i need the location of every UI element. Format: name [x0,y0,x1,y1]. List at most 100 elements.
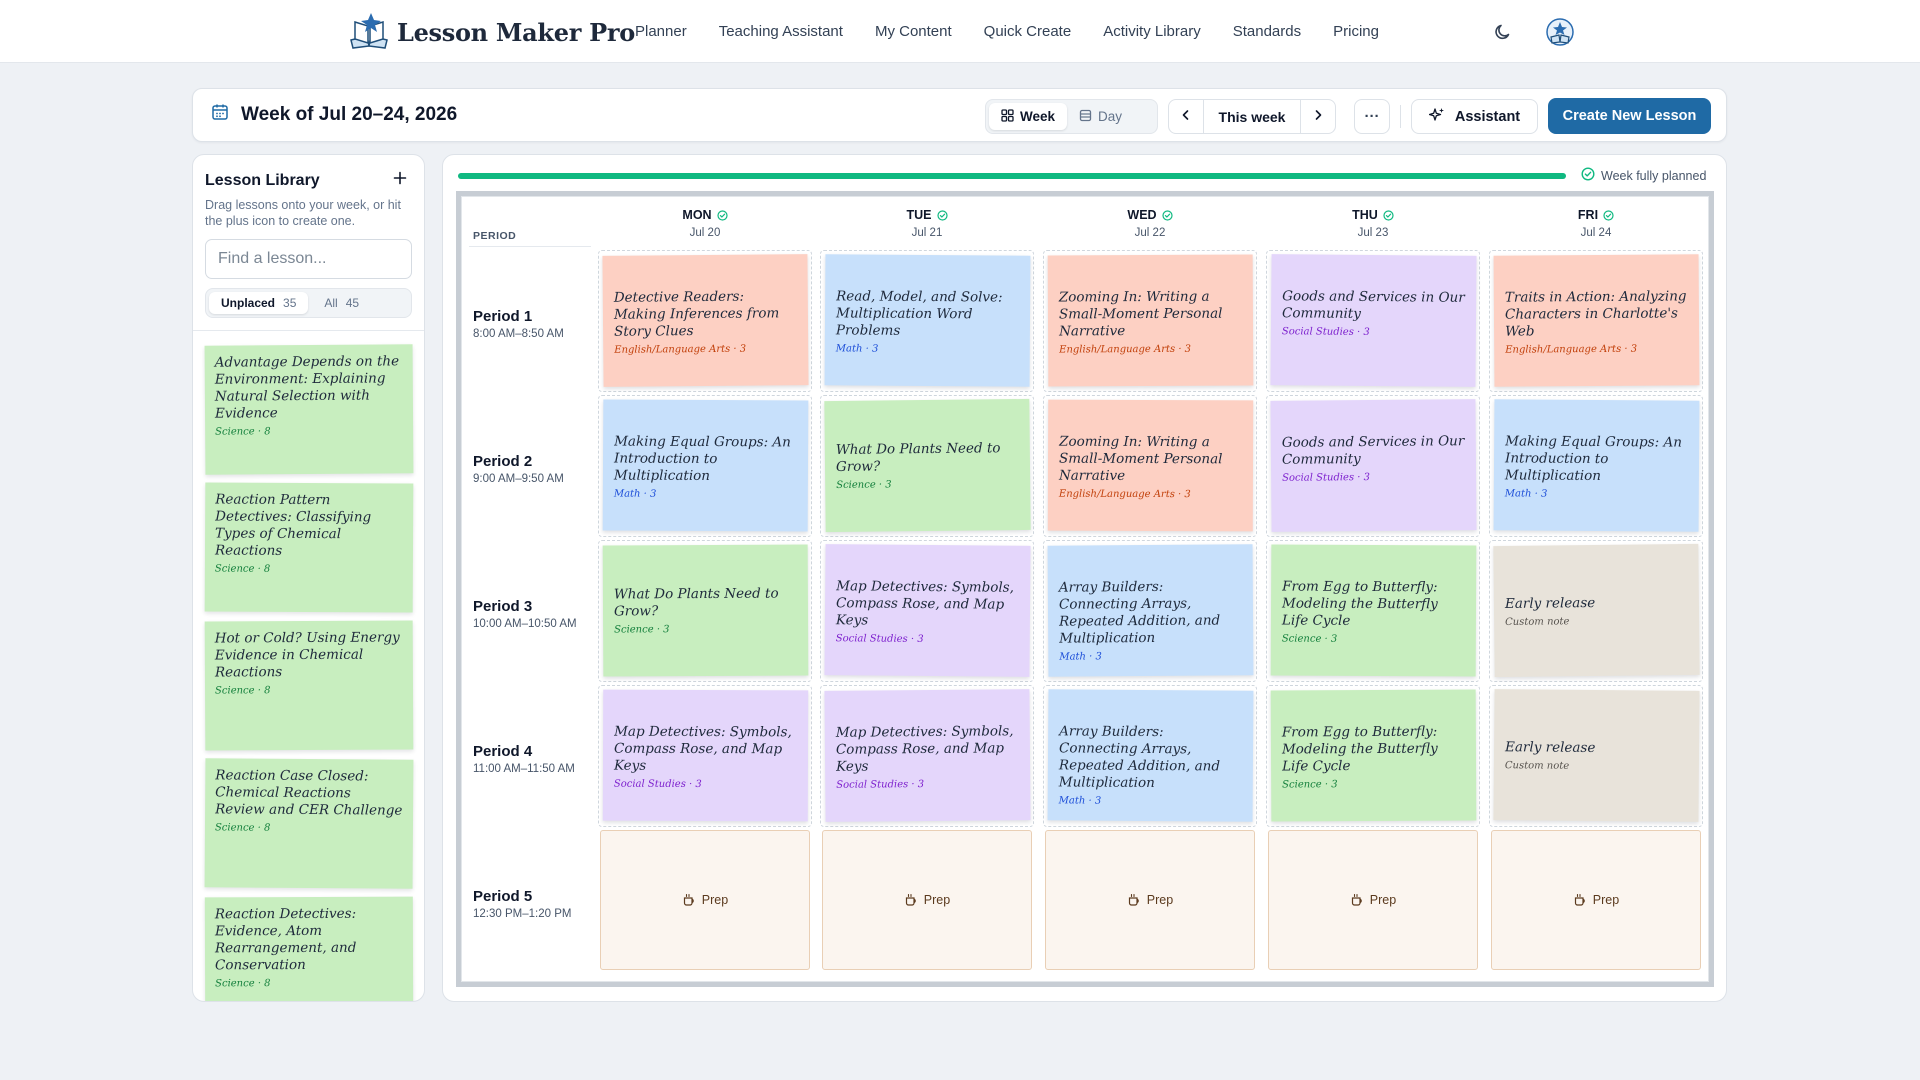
lesson-title: Advantage Depends on the Environment: Ex… [214,353,400,422]
nav-activity-library[interactable]: Activity Library [1103,23,1201,40]
period-label: Period 2 9:00 AM–9:50 AM [473,453,593,485]
tab-unplaced[interactable]: Unplaced 35 [209,292,309,314]
day-name: THU [1352,208,1394,222]
lesson-note[interactable]: What Do Plants Need to Grow? Science · 3 [602,544,809,677]
planner-cell[interactable]: Map Detectives: Symbols, Compass Rose, a… [820,540,1034,682]
lesson-note[interactable]: Goods and Services in Our Community Socia… [1270,399,1477,532]
lesson-note[interactable]: Goods and Services in Our Community Socia… [1270,254,1477,387]
lesson-note[interactable]: Map Detectives: Symbols, Compass Rose, a… [824,544,1031,677]
lesson-title: What Do Plants Need to Grow? [613,585,779,620]
nav-planner[interactable]: Planner [635,23,687,40]
lesson-note[interactable]: Detective Readers: Making Inferences fro… [602,254,809,387]
planner-cell[interactable]: Array Builders: Connecting Arrays, Repea… [1043,685,1257,827]
lesson-note[interactable]: Array Builders: Connecting Arrays, Repea… [1047,689,1254,822]
planner-cell[interactable]: Goods and Services in Our Community Socia… [1266,395,1480,537]
check-circle-icon [1161,209,1173,221]
lesson-note[interactable]: What Do Plants Need to Grow? Science · 3 [824,398,1031,533]
planner-cell[interactable]: Goods and Services in Our Community Socia… [1266,250,1480,392]
planner-cell[interactable]: What Do Plants Need to Grow? Science · 3 [598,540,812,682]
planner-cell[interactable]: Early release Custom note [1489,540,1703,682]
planner-cell[interactable]: From Egg to Butterfly: Modeling the Butt… [1266,540,1480,682]
lesson-title: Map Detectives: Symbols, Compass Rose, a… [613,723,792,774]
planner-cell[interactable]: Prep [1489,830,1703,972]
nav-quick-create[interactable]: Quick Create [984,23,1072,40]
coffee-cup-icon [1127,893,1141,907]
previous-week-button[interactable] [1169,100,1203,133]
more-options-button[interactable]: ··· [1354,99,1390,134]
planner-cell[interactable]: Prep [820,830,1034,972]
assistant-button[interactable]: Assistant [1411,99,1538,134]
lesson-note[interactable]: Zooming In: Writing a Small-Moment Perso… [1047,254,1254,387]
week-progress-fill [458,173,1566,179]
coffee-cup-icon [904,893,918,907]
prep-block[interactable]: Prep [822,830,1032,970]
lesson-note[interactable]: Zooming In: Writing a Small-Moment Perso… [1047,399,1254,532]
lesson-note[interactable]: From Egg to Butterfly: Modeling the Butt… [1270,544,1477,677]
nav-my-content[interactable]: My Content [875,23,952,40]
lesson-note[interactable]: Early release Custom note [1493,689,1700,822]
planner-cell[interactable]: Prep [1043,830,1257,972]
day-view-label: Day [1098,109,1123,124]
tab-all[interactable]: All 45 [312,292,371,314]
library-lesson-card[interactable]: Reaction Detectives: Evidence, Atom Rear… [204,896,414,1001]
lesson-note[interactable]: Making Equal Groups: An Introduction to … [602,399,809,532]
prep-block[interactable]: Prep [1268,830,1478,970]
planner-cell[interactable]: Read, Model, and Solve: Multiplication W… [820,250,1034,392]
week-view-button[interactable]: Week [989,103,1068,130]
planner-cell[interactable]: Detective Readers: Making Inferences fro… [598,250,812,392]
planner-cell[interactable]: Array Builders: Connecting Arrays, Repea… [1043,540,1257,682]
lesson-search-input[interactable] [205,239,412,279]
planner-cell[interactable]: Making Equal Groups: An Introduction to … [1489,395,1703,537]
lesson-meta: Social Studies · 3 [613,778,702,790]
lesson-note[interactable]: Early release Custom note [1493,543,1700,678]
lesson-meta: Social Studies · 3 [1281,326,1370,338]
planner-cell[interactable]: Making Equal Groups: An Introduction to … [598,395,812,537]
add-lesson-button[interactable] [390,169,410,189]
planner-cell[interactable]: Zooming In: Writing a Small-Moment Perso… [1043,250,1257,392]
prep-block[interactable]: Prep [1491,830,1701,970]
brand[interactable]: Lesson Maker Pro [347,10,635,55]
lesson-meta: Science · 3 [836,479,892,491]
period-name: Period 3 [473,598,533,615]
week-status-label: Week fully planned [1601,168,1707,183]
planner-cell[interactable]: What Do Plants Need to Grow? Science · 3 [820,395,1034,537]
lesson-note[interactable]: Map Detectives: Symbols, Compass Rose, a… [602,689,809,822]
tab-all-label: All [324,296,338,310]
nav-pricing[interactable]: Pricing [1333,23,1379,40]
avatar-logo-icon[interactable] [1544,16,1576,48]
library-lesson-card[interactable]: Reaction Case Closed: Chemical Reactions… [204,758,414,889]
nav-teaching-assistant[interactable]: Teaching Assistant [719,23,843,40]
planner-cell[interactable]: Map Detectives: Symbols, Compass Rose, a… [820,685,1034,827]
lesson-note[interactable]: Array Builders: Connecting Arrays, Repea… [1047,544,1254,677]
planner-cell[interactable]: Early release Custom note [1489,685,1703,827]
day-view-button[interactable]: Day [1067,103,1134,130]
prep-block[interactable]: Prep [600,830,810,970]
lesson-note[interactable]: Map Detectives: Symbols, Compass Rose, a… [824,689,1031,822]
this-week-button[interactable]: This week [1203,100,1301,133]
lesson-title: Early release [1504,594,1596,612]
lesson-title: Making Equal Groups: An Introduction to … [613,433,791,485]
moon-icon[interactable] [1489,18,1517,46]
lesson-note[interactable]: Traits in Action: Analyzing Characters i… [1493,254,1700,387]
create-new-lesson-button[interactable]: Create New Lesson [1548,98,1711,134]
nav-standards[interactable]: Standards [1233,23,1301,40]
planner-cell[interactable]: Prep [598,830,812,972]
prep-block[interactable]: Prep [1045,830,1255,970]
lesson-note[interactable]: Read, Model, and Solve: Multiplication W… [824,254,1031,387]
planner-cell[interactable]: Prep [1266,830,1480,972]
planner-cell[interactable]: Traits in Action: Analyzing Characters i… [1489,250,1703,392]
lesson-note[interactable]: Making Equal Groups: An Introduction to … [1493,399,1700,532]
library-lesson-card[interactable]: Advantage Depends on the Environment: Ex… [204,344,414,475]
next-week-button[interactable] [1301,100,1335,133]
planner-cell[interactable]: Zooming In: Writing a Small-Moment Perso… [1043,395,1257,537]
planner-cell[interactable]: From Egg to Butterfly: Modeling the Butt… [1266,685,1480,827]
toolbar-divider [1400,105,1401,128]
day-header-fri: FRI Jul 24 [1496,206,1696,239]
lesson-meta: Math · 3 [1059,651,1102,663]
calendar-icon [211,103,229,126]
lesson-note[interactable]: From Egg to Butterfly: Modeling the Butt… [1270,689,1477,822]
period-label: Period 5 12:30 PM–1:20 PM [473,888,593,920]
planner-cell[interactable]: Map Detectives: Symbols, Compass Rose, a… [598,685,812,827]
library-lesson-card[interactable]: Reaction Pattern Detectives: Classifying… [204,482,414,613]
library-lesson-card[interactable]: Hot or Cold? Using Energy Evidence in Ch… [204,620,414,751]
